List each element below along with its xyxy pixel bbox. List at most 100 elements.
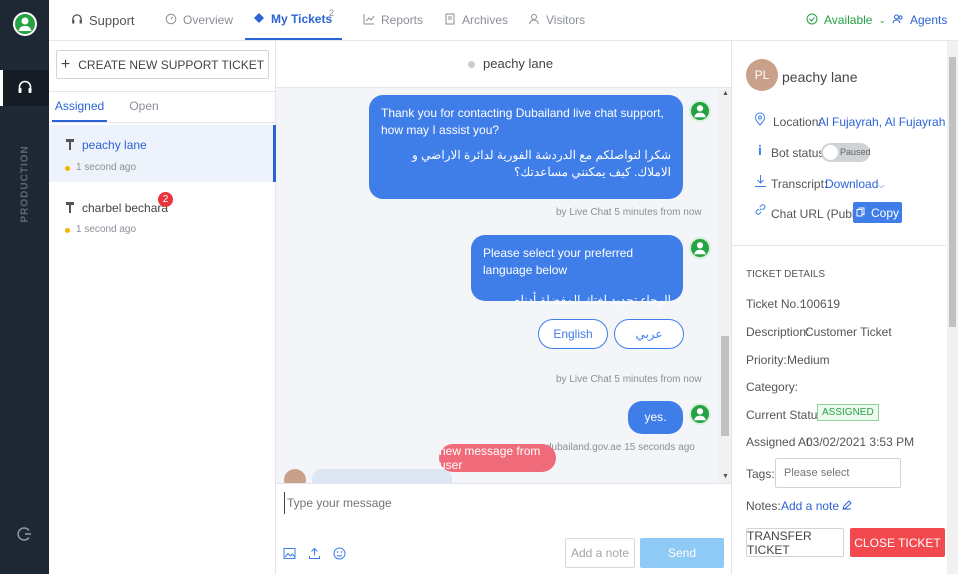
add-note-link-label: Add a note (781, 499, 840, 513)
description-label: Description: (746, 325, 810, 339)
message-text: Please select your preferred language be… (483, 246, 634, 277)
ticket-item[interactable]: peachy lane 1 second ago (49, 125, 276, 182)
ticket-time: 1 second ago (76, 224, 137, 235)
presence-dot (468, 61, 475, 68)
document-icon (444, 13, 456, 28)
assigned-at-label: Assigned At: (746, 435, 813, 449)
close-ticket-button[interactable]: CLOSE TICKET (850, 528, 945, 557)
ticket-list-pane: + CREATE NEW SUPPORT TICKET Assigned Ope… (49, 41, 276, 574)
chat-header: peachy lane (276, 41, 731, 88)
tab-archives[interactable]: Archives (444, 0, 508, 40)
subtab-assigned[interactable]: Assigned (52, 93, 107, 122)
details-pane: PL peachy lane Location: Al Fujayrah, Al… (731, 41, 958, 574)
link-icon (754, 203, 767, 219)
message-meta: dubailand.gov.ae 15 seconds ago (546, 442, 695, 453)
transfer-ticket-button[interactable]: TRANSFER TICKET (746, 528, 844, 557)
chevron-down-icon: ⌄ (878, 14, 887, 25)
new-message-toast[interactable]: new message from user (439, 444, 556, 472)
agent-avatar (689, 100, 711, 122)
chat-header-name: peachy lane (483, 56, 554, 71)
copy-icon (856, 206, 865, 220)
agents-icon (892, 13, 904, 28)
create-ticket-button[interactable]: + CREATE NEW SUPPORT TICKET (56, 50, 269, 79)
agents-link[interactable]: Agents (892, 0, 947, 40)
location-value[interactable]: Al Fujayrah, Al Fujayrah (818, 115, 945, 129)
scroll-up-icon[interactable]: ▲ (722, 90, 729, 97)
priority-label: Priority: (746, 353, 787, 367)
user-icon (528, 13, 540, 28)
gauge-icon (165, 13, 177, 28)
app-logo-icon[interactable] (13, 12, 37, 36)
brand-label: Support (89, 12, 135, 28)
add-note-button[interactable]: Add a note (565, 538, 635, 568)
tag-icon (253, 12, 265, 27)
ticket-name: peachy lane (82, 138, 147, 152)
tab-overview[interactable]: Overview (165, 0, 233, 40)
nav-brand[interactable]: Support (71, 0, 135, 40)
visitor-avatar: PL (746, 59, 778, 91)
side-rail: PRODUCTION (0, 0, 49, 574)
transcript-download[interactable]: Download⌵ (825, 177, 884, 191)
copy-label: Copy (870, 205, 899, 220)
line-chart-icon (363, 13, 375, 28)
transcript-download-label: Download (825, 177, 879, 191)
message-bubble: yes. (628, 401, 683, 434)
toggle-knob (823, 145, 838, 160)
chat-scrollbar[interactable]: ▲ ▼ (719, 88, 731, 483)
tab-reports[interactable]: Reports (363, 0, 423, 40)
message-text-arabic: شكرا لتواصلكم مع الدردشة الفورية لدائرة … (412, 148, 671, 179)
availability-status[interactable]: Available ⌄ (806, 0, 886, 40)
chat-pane: peachy lane Thank you for contacting Dub… (276, 41, 731, 574)
copy-button[interactable]: Copy (853, 202, 902, 223)
agent-avatar (689, 237, 711, 259)
location-icon (754, 112, 766, 129)
ticket-time: 1 second ago (76, 162, 137, 173)
availability-label: Available (824, 13, 873, 27)
image-icon[interactable] (283, 547, 296, 563)
message-text-arabic: الرجاء تحديد لغتك المفضلة أدناه (514, 293, 671, 307)
tab-my-tickets-label: My Tickets (271, 12, 333, 26)
logout-icon[interactable] (17, 526, 33, 542)
language-option-arabic[interactable]: عربي (614, 319, 684, 349)
scrollbar-thumb[interactable] (721, 336, 729, 436)
status-badge: ASSIGNED (817, 404, 879, 421)
agent-avatar (689, 403, 711, 425)
environment-label: PRODUCTION (19, 145, 31, 223)
online-dot (65, 228, 70, 233)
message-bubble: Thank you for contacting Dubailand live … (369, 95, 683, 199)
message-bubble: Please select your preferred language be… (471, 235, 683, 307)
visitor-name: peachy lane (782, 69, 858, 85)
headset-icon (71, 13, 83, 28)
bot-status-label: Bot status: (771, 146, 828, 160)
language-option-english[interactable]: English (538, 319, 608, 349)
ticket-icon (65, 138, 75, 150)
top-nav: Support Overview My Tickets 2 Reports Ar… (49, 0, 958, 41)
priority-value: Medium (787, 353, 830, 367)
transcript-label: Transcript: (771, 177, 828, 191)
headset-icon[interactable] (17, 79, 33, 95)
check-circle-icon (806, 13, 818, 28)
tab-my-tickets[interactable]: My Tickets 2 (245, 0, 342, 40)
upload-icon[interactable] (308, 547, 321, 563)
scrollbar-thumb[interactable] (949, 57, 956, 327)
ticket-details-title: TICKET DETAILS (746, 269, 826, 280)
emoji-icon[interactable] (333, 547, 346, 563)
unread-badge: 2 (158, 192, 173, 207)
message-meta: by Live Chat 5 minutes from now (556, 374, 702, 385)
message-input[interactable] (284, 492, 714, 514)
tab-my-tickets-count: 2 (328, 8, 334, 18)
tab-visitors[interactable]: Visitors (528, 0, 585, 40)
message-meta: by Live Chat 5 minutes from now (556, 207, 702, 218)
info-icon: i (758, 142, 762, 158)
details-scrollbar[interactable] (947, 41, 958, 574)
scroll-down-icon[interactable]: ▼ (722, 473, 729, 480)
bot-status-toggle[interactable]: Paused (821, 143, 871, 162)
send-button[interactable]: Send (640, 538, 724, 568)
tags-select[interactable] (775, 458, 901, 488)
add-note-link[interactable]: Add a note (781, 499, 853, 513)
assigned-at-value: 03/02/2021 3:53 PM (806, 435, 915, 449)
subtab-open[interactable]: Open (122, 93, 166, 122)
bot-status-value: Paused (840, 147, 871, 157)
message-text: Thank you for contacting Dubailand live … (381, 106, 664, 137)
ticket-item[interactable]: charbel bechara 2 1 second ago (49, 184, 276, 241)
